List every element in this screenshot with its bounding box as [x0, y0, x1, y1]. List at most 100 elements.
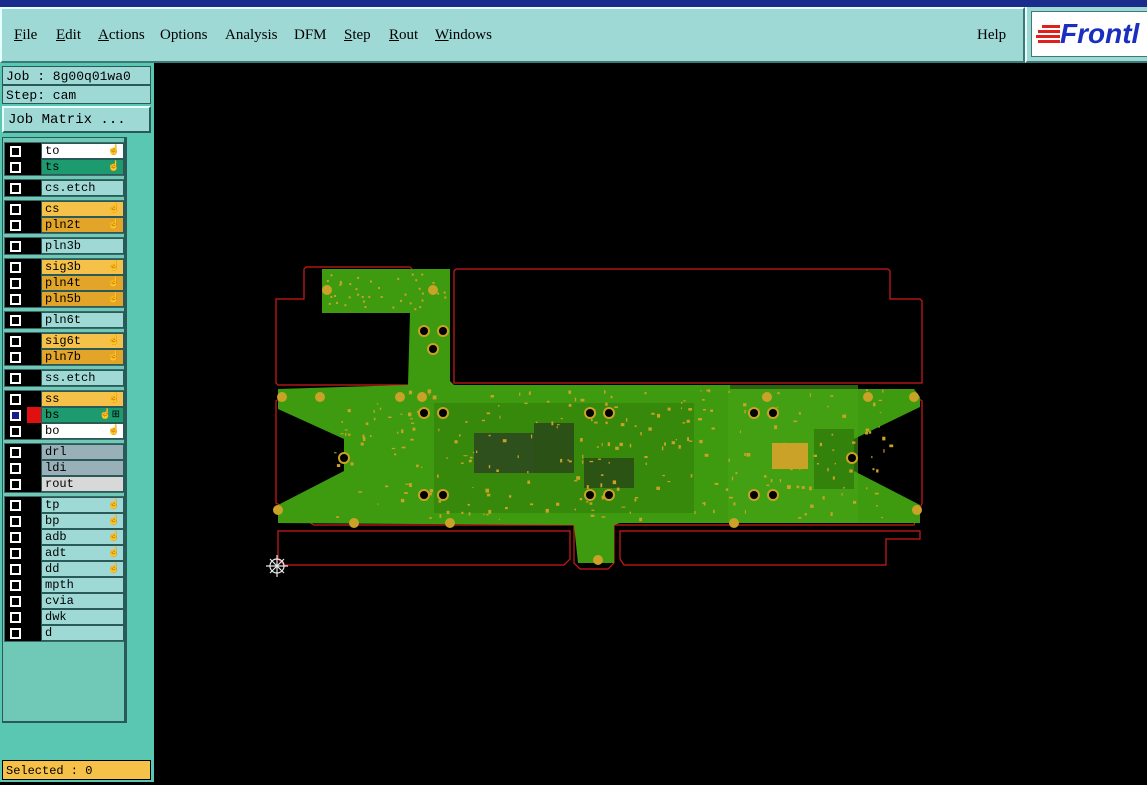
layer-color-swatch[interactable]: [27, 460, 41, 476]
layer-checkbox[interactable]: [10, 447, 21, 458]
layer-list-scrollbar[interactable]: [126, 137, 152, 723]
layer-checkbox[interactable]: [10, 548, 21, 559]
layer-row-ss-etch[interactable]: ss.etch: [5, 370, 124, 386]
layer-name[interactable]: d: [41, 625, 124, 641]
layer-checkbox[interactable]: [10, 220, 21, 231]
layer-color-swatch[interactable]: [27, 201, 41, 217]
layer-name[interactable]: bo ☝: [41, 423, 124, 439]
layer-row-dwk[interactable]: dwk: [5, 609, 124, 625]
layer-name[interactable]: pln6t: [41, 312, 124, 328]
layer-checkbox[interactable]: [10, 394, 21, 405]
layer-row-pln4t[interactable]: pln4t ☝: [5, 275, 124, 291]
layer-name[interactable]: ss ☝: [41, 391, 124, 407]
layer-name[interactable]: cvia: [41, 593, 124, 609]
layer-row-rout[interactable]: rout: [5, 476, 124, 492]
layer-name[interactable]: pln3b: [41, 238, 124, 254]
layer-color-swatch[interactable]: [27, 238, 41, 254]
layer-name[interactable]: rout: [41, 476, 124, 492]
layer-row-mpth[interactable]: mpth: [5, 577, 124, 593]
layer-row-sig3b[interactable]: sig3b ☝: [5, 259, 124, 275]
layer-name[interactable]: bp ☝: [41, 513, 124, 529]
layer-color-swatch[interactable]: [27, 312, 41, 328]
menu-windows[interactable]: Windows: [435, 27, 492, 44]
menu-analysis[interactable]: Analysis: [225, 27, 278, 44]
layer-name[interactable]: ldi: [41, 460, 124, 476]
layer-name[interactable]: pln7b ☝: [41, 349, 124, 365]
layer-color-swatch[interactable]: [27, 349, 41, 365]
layer-color-swatch[interactable]: [27, 625, 41, 641]
layer-checkbox[interactable]: [10, 278, 21, 289]
layer-name[interactable]: pln4t ☝: [41, 275, 124, 291]
layer-row-cvia[interactable]: cvia: [5, 593, 124, 609]
layer-row-ts[interactable]: ts ☝: [5, 159, 124, 175]
layer-checkbox[interactable]: [10, 183, 21, 194]
layer-checkbox[interactable]: [10, 463, 21, 474]
layer-name[interactable]: ss.etch: [41, 370, 124, 386]
layer-checkbox[interactable]: [10, 410, 21, 421]
graphic-editor-canvas[interactable]: [154, 63, 1147, 785]
layer-color-swatch[interactable]: [27, 545, 41, 561]
job-matrix-button[interactable]: Job Matrix ...: [2, 106, 151, 133]
layer-name[interactable]: pln5b ☝: [41, 291, 124, 307]
layer-checkbox[interactable]: [10, 426, 21, 437]
layer-color-swatch[interactable]: [27, 275, 41, 291]
layer-checkbox[interactable]: [10, 500, 21, 511]
layer-name[interactable]: bs ☝⊞: [41, 407, 124, 423]
menu-step[interactable]: Step: [344, 27, 371, 44]
layer-color-swatch[interactable]: [27, 577, 41, 593]
layer-row-tp[interactable]: tp ☝: [5, 497, 124, 513]
layer-color-swatch[interactable]: [27, 593, 41, 609]
layer-name[interactable]: drl: [41, 444, 124, 460]
layer-color-swatch[interactable]: [27, 423, 41, 439]
layer-row-ldi[interactable]: ldi: [5, 460, 124, 476]
layer-color-swatch[interactable]: [27, 476, 41, 492]
layer-color-swatch[interactable]: [27, 609, 41, 625]
menu-edit[interactable]: Edit: [56, 27, 81, 44]
layer-row-bp[interactable]: bp ☝: [5, 513, 124, 529]
pcb-board-view[interactable]: [154, 63, 1147, 785]
layer-row-dd[interactable]: dd ☝: [5, 561, 124, 577]
layer-checkbox[interactable]: [10, 352, 21, 363]
layer-row-bo[interactable]: bo ☝: [5, 423, 124, 439]
layer-color-swatch[interactable]: [27, 217, 41, 233]
layer-checkbox[interactable]: [10, 204, 21, 215]
layer-name[interactable]: sig6t ☝: [41, 333, 124, 349]
layer-checkbox[interactable]: [10, 336, 21, 347]
layer-checkbox[interactable]: [10, 479, 21, 490]
layer-row-bs[interactable]: bs ☝⊞: [5, 407, 124, 423]
layer-color-swatch[interactable]: [27, 291, 41, 307]
layer-checkbox[interactable]: [10, 294, 21, 305]
layer-name[interactable]: cs ☝: [41, 201, 124, 217]
menu-options[interactable]: Options: [160, 27, 208, 44]
layer-name[interactable]: dd ☝: [41, 561, 124, 577]
layer-row-pln3b[interactable]: pln3b: [5, 238, 124, 254]
layer-color-swatch[interactable]: [27, 370, 41, 386]
layer-name[interactable]: sig3b ☝: [41, 259, 124, 275]
layer-name[interactable]: adb ☝: [41, 529, 124, 545]
layer-row-pln2t[interactable]: pln2t ☝: [5, 217, 124, 233]
layer-name[interactable]: ts ☝: [41, 159, 124, 175]
layer-row-ss[interactable]: ss ☝: [5, 391, 124, 407]
layer-color-swatch[interactable]: [27, 513, 41, 529]
layer-color-swatch[interactable]: [27, 391, 41, 407]
layer-color-swatch[interactable]: [27, 259, 41, 275]
layer-checkbox[interactable]: [10, 516, 21, 527]
layer-checkbox[interactable]: [10, 262, 21, 273]
layer-checkbox[interactable]: [10, 241, 21, 252]
layer-checkbox[interactable]: [10, 315, 21, 326]
layer-row-pln5b[interactable]: pln5b ☝: [5, 291, 124, 307]
layer-checkbox[interactable]: [10, 580, 21, 591]
layer-checkbox[interactable]: [10, 564, 21, 575]
layer-name[interactable]: cs.etch: [41, 180, 124, 196]
layer-row-pln7b[interactable]: pln7b ☝: [5, 349, 124, 365]
layer-row-adt[interactable]: adt ☝: [5, 545, 124, 561]
menu-help[interactable]: Help: [977, 27, 1006, 44]
menu-rout[interactable]: Rout: [389, 27, 418, 44]
menu-file[interactable]: File: [14, 27, 37, 44]
layer-checkbox[interactable]: [10, 612, 21, 623]
layer-name[interactable]: to ☝: [41, 143, 124, 159]
layer-row-cs-etch[interactable]: cs.etch: [5, 180, 124, 196]
layer-color-swatch[interactable]: [27, 407, 41, 423]
layer-color-swatch[interactable]: [27, 180, 41, 196]
layer-name[interactable]: pln2t ☝: [41, 217, 124, 233]
